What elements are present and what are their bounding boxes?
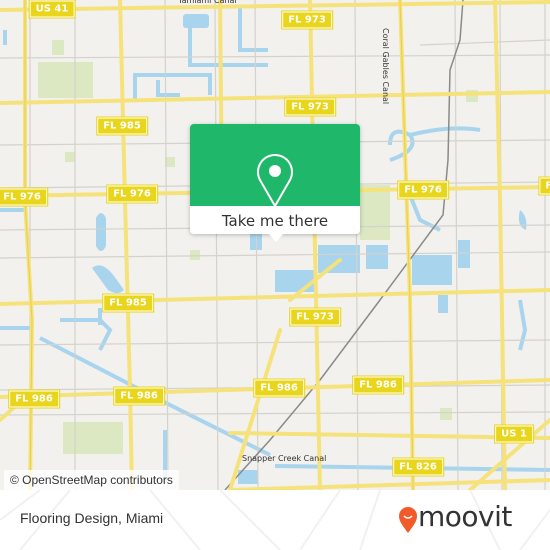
route-shield-fl826: FL 826	[392, 457, 444, 477]
route-shield-fl973: FL 973	[289, 307, 341, 327]
popup-pointer	[268, 233, 284, 242]
place-title: Flooring Design, Miami	[20, 510, 164, 526]
route-shield-fl986: FL 986	[8, 389, 60, 409]
popup-header	[190, 124, 360, 209]
route-shield-fl973: FL 973	[284, 97, 336, 117]
moovit-pin-icon	[399, 507, 417, 533]
take-me-there-button[interactable]: Take me there	[190, 206, 360, 234]
route-shield-fl986: FL 986	[113, 386, 165, 406]
route-shield-us41: US 41	[28, 0, 76, 19]
location-pin-icon	[257, 154, 293, 209]
map-view[interactable]: US 41 FL 973 FL 985 FL 973 FL 976 FL 976…	[0, 0, 550, 490]
route-shield-fl976: FL 976	[106, 184, 158, 204]
route-shield-fl985: FL 985	[96, 116, 148, 136]
route-shield-fl985: FL 985	[102, 293, 154, 313]
label-coral-gables-canal: Coral Gables Canal	[381, 28, 390, 105]
label-tamiami-canal: Tamiami Canal	[178, 0, 237, 5]
route-shield-fl986: FL 986	[253, 378, 305, 398]
moovit-wordmark: moovit	[418, 500, 512, 533]
map-canvas	[0, 0, 550, 490]
route-shield-us1: US 1	[494, 424, 534, 444]
map-attribution[interactable]: © OpenStreetMap contributors	[4, 470, 179, 490]
route-shield-fl973: FL 973	[281, 10, 333, 30]
route-shield-fl-edge: FL	[538, 176, 550, 196]
footer-bar: Flooring Design, Miami moovit	[0, 490, 550, 550]
label-snapper-creek-canal: Snapper Creek Canal	[242, 454, 327, 463]
route-shield-fl976: FL 976	[0, 187, 48, 207]
route-shield-fl976: FL 976	[397, 180, 449, 200]
route-shield-fl986: FL 986	[352, 375, 404, 395]
take-me-there-popup[interactable]: Take me there	[190, 124, 360, 242]
